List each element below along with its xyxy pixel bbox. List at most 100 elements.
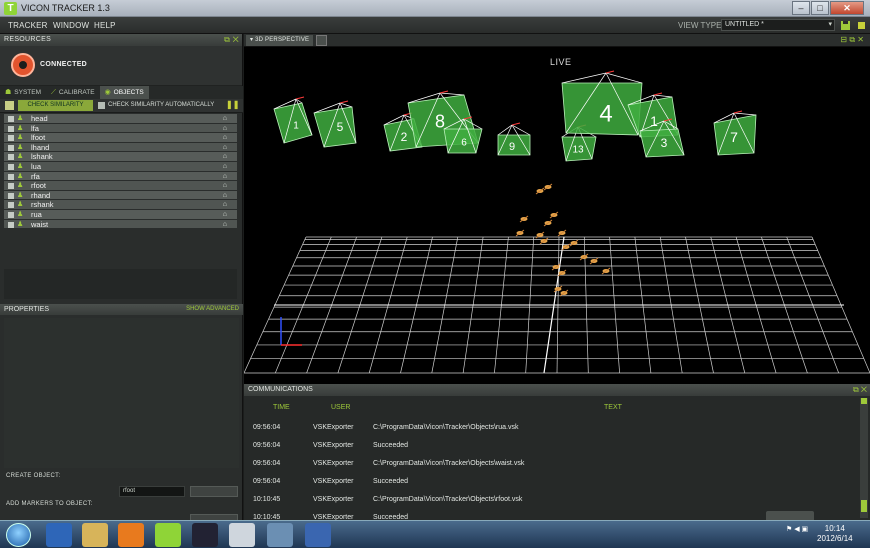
clock[interactable]: 10:14 2012/6/14: [817, 524, 853, 544]
view-mode-dropdown[interactable]: ▾ 3D PERSPECTIVE: [246, 35, 313, 46]
object-enable-checkbox[interactable]: [8, 163, 14, 170]
person-icon: ♟: [17, 220, 24, 228]
maximize-button[interactable]: □: [811, 1, 829, 15]
object-enable-checkbox[interactable]: [8, 211, 14, 218]
object-row[interactable]: ♟ rfa ⌂: [4, 171, 237, 182]
lock-icon[interactable]: ⌂: [223, 124, 227, 133]
log-scrollbar[interactable]: [860, 398, 868, 518]
object-number: 8: [435, 111, 445, 131]
object-enable-checkbox[interactable]: [8, 135, 14, 142]
object-row[interactable]: ♟ head ⌂: [4, 114, 237, 124]
lock-icon[interactable]: ⌂: [223, 133, 227, 142]
object-enable-checkbox[interactable]: [8, 154, 14, 161]
tracker-taskbar-icon[interactable]: [155, 523, 181, 547]
log-time: 09:56:04: [253, 442, 281, 449]
panel-float-close-icon[interactable]: ⧉ ✕: [224, 34, 239, 46]
show-advanced-link[interactable]: SHOW ADVANCED: [186, 304, 239, 315]
object-enable-checkbox[interactable]: [8, 125, 14, 132]
app-taskbar-icon[interactable]: [192, 523, 218, 547]
object-enable-checkbox[interactable]: [8, 173, 14, 180]
object-enable-checkbox[interactable]: [8, 221, 14, 228]
object-row[interactable]: ♟ lhand ⌂: [4, 142, 237, 153]
object-name-input[interactable]: rfoot: [119, 486, 185, 497]
object-name: rhand: [31, 190, 51, 200]
object-enable-checkbox[interactable]: [8, 202, 14, 209]
lock-icon[interactable]: ⌂: [223, 143, 227, 152]
check-auto-checkbox[interactable]: [98, 102, 105, 109]
tab-calibrate-label: CALIBRATE: [58, 89, 95, 96]
rigid-object[interactable]: 4: [561, 70, 643, 136]
col-user[interactable]: USER: [331, 404, 350, 411]
lock-icon[interactable]: ⌂: [223, 191, 227, 200]
window-taskbar-icon[interactable]: [229, 523, 255, 547]
object-enable-checkbox[interactable]: [8, 183, 14, 190]
save-icon[interactable]: [840, 20, 851, 31]
tab-system[interactable]: ☗ SYSTEM: [0, 86, 46, 99]
log-row[interactable]: 09:56:04 VSKExporter Succeeded: [249, 438, 855, 456]
lock-icon[interactable]: ⌂: [223, 152, 227, 161]
object-row[interactable]: ♟ lua ⌂: [4, 161, 237, 172]
object-enable-checkbox[interactable]: [8, 116, 14, 122]
check-similarity-button[interactable]: CHECK SIMILARITY: [18, 100, 93, 111]
system-tray-icons[interactable]: ⚑ ◀ ▣: [786, 525, 808, 533]
3d-viewport[interactable]: 1 5 2 8 6 9 13 4 1 3 7 LIVE: [244, 47, 870, 384]
paint-icon[interactable]: [267, 523, 293, 547]
explorer-icon[interactable]: [82, 523, 108, 547]
rigid-object[interactable]: 5: [313, 100, 357, 148]
rigid-object[interactable]: 7: [713, 110, 757, 156]
pause-icon[interactable]: ❚❚: [226, 100, 239, 109]
marker: [569, 239, 579, 247]
lock-icon[interactable]: ⌂: [223, 200, 227, 209]
minimize-button[interactable]: –: [792, 1, 810, 15]
panel-float-close-icon[interactable]: ⧉ ✕: [853, 384, 867, 396]
ie-icon[interactable]: [46, 523, 72, 547]
log-row[interactable]: 09:56:04 VSKExporter C:\ProgramData\Vicon\…: [249, 456, 855, 474]
menu-help[interactable]: HELP: [94, 21, 116, 30]
object-number: 7: [730, 129, 738, 145]
log-row[interactable]: 09:56:04 VSKExporter C:\ProgramData\Vicon\…: [249, 420, 855, 438]
lock-icon[interactable]: ⌂: [223, 210, 227, 219]
lock-icon[interactable]: ⌂: [223, 181, 227, 190]
create-object-button[interactable]: [190, 486, 238, 497]
object-row[interactable]: ♟ rua ⌂: [4, 209, 237, 220]
person-icon: ♟: [17, 162, 24, 170]
tab-objects[interactable]: ◉ OBJECTS: [99, 86, 149, 99]
object-row[interactable]: ♟ lshank ⌂: [4, 152, 237, 162]
viewport-window-icons[interactable]: ⊟ ⧉ ✕: [840, 35, 864, 45]
settings-icon[interactable]: [856, 20, 867, 31]
menu-tracker[interactable]: TRACKER: [8, 21, 48, 30]
lock-icon[interactable]: [5, 101, 14, 110]
camera-options-icon[interactable]: [316, 35, 327, 46]
object-row[interactable]: ♟ waist ⌂: [4, 219, 237, 230]
scroll-thumb[interactable]: [861, 500, 867, 512]
log-time: 09:56:04: [253, 460, 281, 467]
rigid-object[interactable]: 9: [497, 122, 531, 156]
lock-icon[interactable]: ⌂: [223, 114, 227, 123]
log-row[interactable]: 10:10:45 VSKExporter C:\ProgramData\Vicon\…: [249, 492, 855, 510]
object-name: rfa: [31, 171, 40, 181]
col-text[interactable]: TEXT: [604, 404, 622, 411]
object-row[interactable]: ♟ lfoot ⌂: [4, 133, 237, 143]
tab-calibrate[interactable]: ⟋ CALIBRATE: [46, 86, 100, 99]
person-icon: ♟: [17, 191, 24, 199]
start-button[interactable]: [6, 523, 31, 547]
object-row[interactable]: ♟ rhand ⌂: [4, 190, 237, 201]
lock-icon[interactable]: ⌂: [223, 172, 227, 181]
lock-icon[interactable]: ⌂: [223, 162, 227, 171]
view-type-select[interactable]: UNTITLED * ▾: [721, 19, 835, 31]
object-enable-checkbox[interactable]: [8, 144, 14, 151]
scroll-up-icon[interactable]: [861, 398, 867, 404]
object-enable-checkbox[interactable]: [8, 192, 14, 199]
menu-window[interactable]: WINDOW: [53, 21, 89, 30]
col-time[interactable]: TIME: [273, 404, 290, 411]
object-row[interactable]: ♟ rfoot ⌂: [4, 181, 237, 191]
docs-icon[interactable]: [305, 523, 331, 547]
media-player-icon[interactable]: [118, 523, 144, 547]
rigid-object[interactable]: 1: [273, 96, 313, 144]
marker: [559, 289, 569, 297]
object-row[interactable]: ♟ lfa ⌂: [4, 123, 237, 134]
close-button[interactable]: ✕: [830, 1, 864, 15]
log-row[interactable]: 09:56:04 VSKExporter Succeeded: [249, 474, 855, 492]
lock-icon[interactable]: ⌂: [223, 220, 227, 229]
object-row[interactable]: ♟ rshank ⌂: [4, 200, 237, 210]
